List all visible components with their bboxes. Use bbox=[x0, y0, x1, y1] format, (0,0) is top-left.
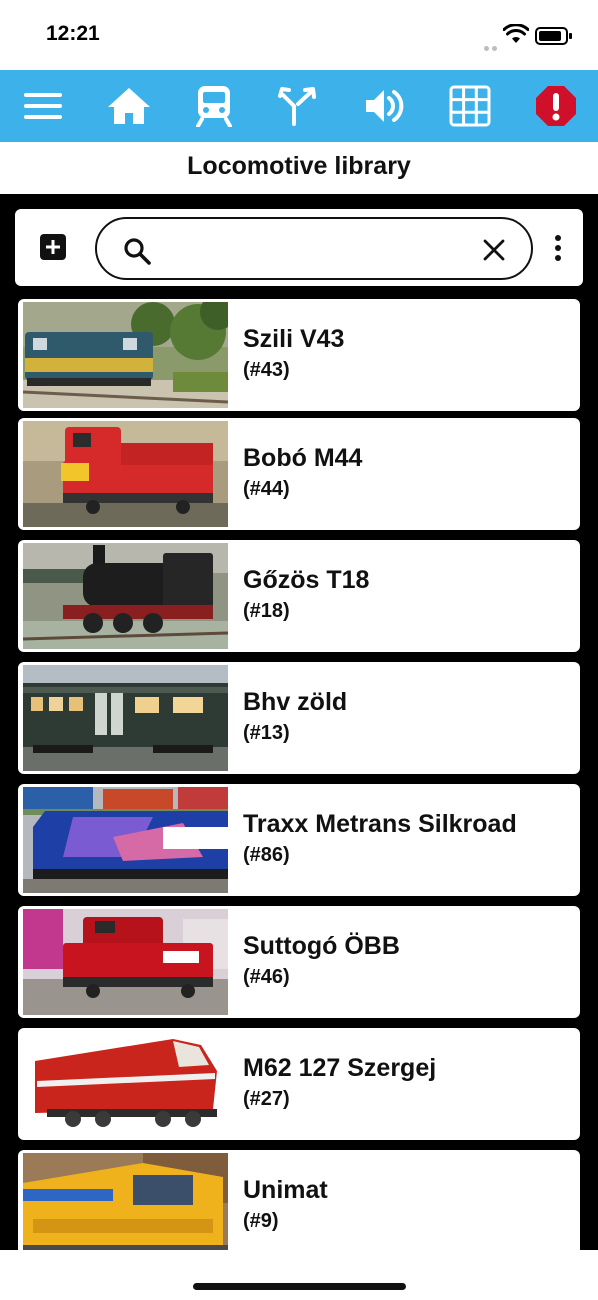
train-icon bbox=[196, 86, 232, 127]
search-input[interactable] bbox=[161, 231, 461, 267]
top-toolbar bbox=[0, 70, 598, 142]
locomotive-photo bbox=[23, 1031, 228, 1137]
locomotive-name: Szili V43 bbox=[243, 325, 345, 353]
home-indicator[interactable] bbox=[193, 1283, 406, 1290]
grid-button[interactable] bbox=[444, 80, 496, 132]
locomotive-photo bbox=[23, 302, 228, 408]
status-bar: 12:21 bbox=[0, 0, 598, 70]
home-indicator-area bbox=[0, 1250, 598, 1300]
locomotive-item[interactable]: Traxx Metrans Silkroad (#86) bbox=[18, 784, 580, 896]
locomotive-name: Unimat bbox=[243, 1176, 328, 1204]
locomotive-address: (#27) bbox=[243, 1088, 290, 1110]
locomotive-photo bbox=[23, 909, 228, 1015]
home-button[interactable] bbox=[103, 80, 155, 132]
locomotive-address: (#9) bbox=[243, 1210, 279, 1232]
content-area: Szili V43 (#43) Bobó M44 (#44) Gőzös T18… bbox=[0, 194, 598, 1250]
locomotive-name: Suttogó ÖBB bbox=[243, 932, 400, 960]
locomotive-photo bbox=[23, 787, 228, 893]
locomotive-address: (#44) bbox=[243, 478, 290, 500]
turnout-button[interactable] bbox=[272, 80, 324, 132]
menu-button[interactable] bbox=[17, 80, 69, 132]
locomotive-address: (#43) bbox=[243, 359, 290, 381]
locomotive-item[interactable]: Bhv zöld (#13) bbox=[18, 662, 580, 774]
page-title: Locomotive library bbox=[187, 151, 411, 180]
clear-icon[interactable] bbox=[483, 239, 505, 261]
wifi-icon bbox=[503, 24, 529, 43]
locomotive-button[interactable] bbox=[188, 80, 240, 132]
search-icon bbox=[124, 238, 151, 265]
locomotive-name: Bhv zöld bbox=[243, 688, 348, 716]
emergency-stop-button[interactable] bbox=[530, 80, 582, 132]
search-box bbox=[95, 217, 533, 280]
locomotive-address: (#86) bbox=[243, 844, 290, 866]
locomotive-address: (#18) bbox=[243, 600, 290, 622]
signal-icon bbox=[484, 38, 500, 51]
locomotive-address: (#46) bbox=[243, 966, 290, 988]
more-options-button[interactable] bbox=[548, 231, 568, 265]
grid-icon bbox=[449, 85, 491, 127]
battery-icon bbox=[535, 27, 572, 45]
status-time: 12:21 bbox=[46, 22, 100, 45]
locomotive-name: Bobó M44 bbox=[243, 444, 363, 472]
turnout-icon bbox=[278, 87, 316, 126]
locomotive-photo bbox=[23, 543, 228, 649]
home-icon bbox=[108, 88, 150, 124]
locomotive-name: Gőzös T18 bbox=[243, 566, 370, 594]
locomotive-photo bbox=[23, 665, 228, 771]
locomotive-item[interactable]: Szili V43 (#43) bbox=[18, 299, 580, 411]
plus-icon bbox=[46, 240, 60, 254]
add-locomotive-button[interactable] bbox=[40, 234, 66, 260]
locomotive-item[interactable]: M62 127 Szergej (#27) bbox=[18, 1028, 580, 1140]
locomotive-item[interactable]: Suttogó ÖBB (#46) bbox=[18, 906, 580, 1018]
menu-icon bbox=[24, 93, 62, 119]
page-title-tab: Locomotive library bbox=[0, 142, 598, 194]
locomotive-photo bbox=[23, 421, 228, 527]
locomotive-name: Traxx Metrans Silkroad bbox=[243, 810, 517, 838]
locomotive-name: M62 127 Szergej bbox=[243, 1054, 437, 1082]
sound-button[interactable] bbox=[358, 80, 410, 132]
emergency-stop-icon bbox=[536, 86, 576, 126]
search-card bbox=[15, 209, 583, 286]
speaker-icon bbox=[366, 90, 404, 122]
more-vertical-icon bbox=[555, 235, 561, 241]
locomotive-photo bbox=[23, 1153, 228, 1250]
locomotive-item[interactable]: Gőzös T18 (#18) bbox=[18, 540, 580, 652]
locomotive-item[interactable]: Bobó M44 (#44) bbox=[18, 418, 580, 530]
locomotive-item[interactable]: Unimat (#9) bbox=[18, 1150, 580, 1250]
locomotive-address: (#13) bbox=[243, 722, 290, 744]
